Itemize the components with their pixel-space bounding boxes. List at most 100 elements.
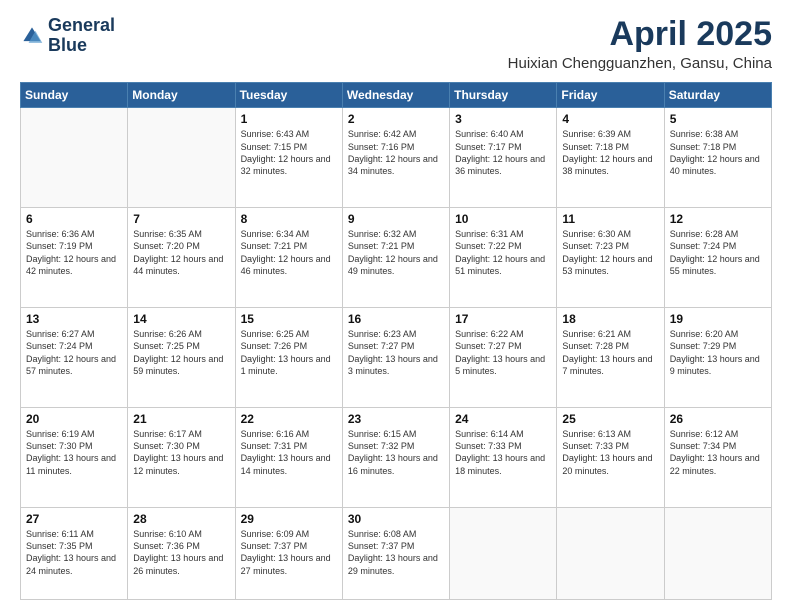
day-number: 28 <box>133 512 229 526</box>
table-row: 28 Sunrise: 6:10 AM Sunset: 7:36 PM Dayli… <box>128 508 235 600</box>
day-number: 27 <box>26 512 122 526</box>
day-info: Sunrise: 6:16 AM Sunset: 7:31 PM Dayligh… <box>241 428 337 477</box>
header: General Blue April 2025 Huixian Chenggua… <box>20 16 772 72</box>
col-monday: Monday <box>128 83 235 108</box>
logo: General Blue <box>20 16 115 56</box>
table-row: 23 Sunrise: 6:15 AM Sunset: 7:32 PM Dayli… <box>342 408 449 508</box>
day-info: Sunrise: 6:12 AM Sunset: 7:34 PM Dayligh… <box>670 428 766 477</box>
table-row: 8 Sunrise: 6:34 AM Sunset: 7:21 PM Daylig… <box>235 208 342 308</box>
day-number: 21 <box>133 412 229 426</box>
table-row: 9Sunrise: 6:32 AM Sunset: 7:21 PM Daylig… <box>342 208 449 308</box>
day-number: 2 <box>348 112 444 126</box>
day-number: 6 <box>26 212 122 226</box>
day-info: Sunrise: 6:27 AM Sunset: 7:24 PM Dayligh… <box>26 328 122 377</box>
table-row: 12Sunrise: 6:28 AM Sunset: 7:24 PM Dayli… <box>664 208 771 308</box>
day-info: Sunrise: 6:38 AM Sunset: 7:18 PM Dayligh… <box>670 128 766 177</box>
table-row: 15 Sunrise: 6:25 AM Sunset: 7:26 PM Dayli… <box>235 308 342 408</box>
day-info: Sunrise: 6:11 AM Sunset: 7:35 PM Dayligh… <box>26 528 122 577</box>
day-number: 3 <box>455 112 551 126</box>
day-info: Sunrise: 6:35 AM Sunset: 7:20 PM Dayligh… <box>133 228 229 277</box>
day-number: 29 <box>241 512 337 526</box>
table-row: 10 Sunrise: 6:31 AM Sunset: 7:22 PM Dayli… <box>450 208 557 308</box>
col-friday: Friday <box>557 83 664 108</box>
day-info: Sunrise: 6:30 AM Sunset: 7:23 PM Dayligh… <box>562 228 658 277</box>
day-number: 20 <box>26 412 122 426</box>
table-row <box>664 508 771 600</box>
day-info: Sunrise: 6:43 AM Sunset: 7:15 PM Dayligh… <box>241 128 337 177</box>
day-info: Sunrise: 6:13 AM Sunset: 7:33 PM Dayligh… <box>562 428 658 477</box>
day-number: 16 <box>348 312 444 326</box>
table-row: 13 Sunrise: 6:27 AM Sunset: 7:24 PM Dayli… <box>21 308 128 408</box>
day-number: 11 <box>562 212 658 226</box>
day-number: 26 <box>670 412 766 426</box>
table-row: 5 Sunrise: 6:38 AM Sunset: 7:18 PM Daylig… <box>664 108 771 208</box>
day-info: Sunrise: 6:40 AM Sunset: 7:17 PM Dayligh… <box>455 128 551 177</box>
day-number: 8 <box>241 212 337 226</box>
day-info: Sunrise: 6:08 AM Sunset: 7:37 PM Dayligh… <box>348 528 444 577</box>
day-number: 14 <box>133 312 229 326</box>
day-info: Sunrise: 6:26 AM Sunset: 7:25 PM Dayligh… <box>133 328 229 377</box>
day-info: Sunrise: 6:36 AM Sunset: 7:19 PM Dayligh… <box>26 228 122 277</box>
day-info: Sunrise: 6:21 AM Sunset: 7:28 PM Dayligh… <box>562 328 658 377</box>
table-row: 24 Sunrise: 6:14 AM Sunset: 7:33 PM Dayli… <box>450 408 557 508</box>
col-sunday: Sunday <box>21 83 128 108</box>
day-info: Sunrise: 6:17 AM Sunset: 7:30 PM Dayligh… <box>133 428 229 477</box>
calendar-header-row: Sunday Monday Tuesday Wednesday Thursday… <box>21 83 772 108</box>
day-info: Sunrise: 6:31 AM Sunset: 7:22 PM Dayligh… <box>455 228 551 277</box>
table-row <box>450 508 557 600</box>
logo-icon <box>20 24 44 48</box>
table-row: 26 Sunrise: 6:12 AM Sunset: 7:34 PM Dayli… <box>664 408 771 508</box>
table-row: 20 Sunrise: 6:19 AM Sunset: 7:30 PM Dayli… <box>21 408 128 508</box>
day-info: Sunrise: 6:32 AM Sunset: 7:21 PM Dayligh… <box>348 228 444 277</box>
day-info: Sunrise: 6:34 AM Sunset: 7:21 PM Dayligh… <box>241 228 337 277</box>
day-info: Sunrise: 6:23 AM Sunset: 7:27 PM Dayligh… <box>348 328 444 377</box>
day-number: 1 <box>241 112 337 126</box>
day-info: Sunrise: 6:39 AM Sunset: 7:18 PM Dayligh… <box>562 128 658 177</box>
day-number: 25 <box>562 412 658 426</box>
table-row: 19Sunrise: 6:20 AM Sunset: 7:29 PM Dayli… <box>664 308 771 408</box>
table-row: 3 Sunrise: 6:40 AM Sunset: 7:17 PM Daylig… <box>450 108 557 208</box>
day-number: 7 <box>133 212 229 226</box>
day-number: 19 <box>670 312 766 326</box>
table-row: 30 Sunrise: 6:08 AM Sunset: 7:37 PM Dayli… <box>342 508 449 600</box>
day-info: Sunrise: 6:19 AM Sunset: 7:30 PM Dayligh… <box>26 428 122 477</box>
logo-text: General Blue <box>48 16 115 56</box>
day-number: 24 <box>455 412 551 426</box>
table-row: 27 Sunrise: 6:11 AM Sunset: 7:35 PM Dayli… <box>21 508 128 600</box>
col-wednesday: Wednesday <box>342 83 449 108</box>
day-number: 23 <box>348 412 444 426</box>
table-row <box>557 508 664 600</box>
day-number: 15 <box>241 312 337 326</box>
table-row <box>21 108 128 208</box>
table-row: 1 Sunrise: 6:43 AM Sunset: 7:15 PM Daylig… <box>235 108 342 208</box>
table-row: 11 Sunrise: 6:30 AM Sunset: 7:23 PM Dayli… <box>557 208 664 308</box>
day-info: Sunrise: 6:10 AM Sunset: 7:36 PM Dayligh… <box>133 528 229 577</box>
table-row: 4 Sunrise: 6:39 AM Sunset: 7:18 PM Daylig… <box>557 108 664 208</box>
day-info: Sunrise: 6:15 AM Sunset: 7:32 PM Dayligh… <box>348 428 444 477</box>
day-number: 30 <box>348 512 444 526</box>
day-info: Sunrise: 6:14 AM Sunset: 7:33 PM Dayligh… <box>455 428 551 477</box>
day-number: 12 <box>670 212 766 226</box>
calendar-table: Sunday Monday Tuesday Wednesday Thursday… <box>20 82 772 600</box>
day-info: Sunrise: 6:09 AM Sunset: 7:37 PM Dayligh… <box>241 528 337 577</box>
table-row: 29 Sunrise: 6:09 AM Sunset: 7:37 PM Dayli… <box>235 508 342 600</box>
table-row <box>128 108 235 208</box>
table-row: 17 Sunrise: 6:22 AM Sunset: 7:27 PM Dayli… <box>450 308 557 408</box>
day-info: Sunrise: 6:22 AM Sunset: 7:27 PM Dayligh… <box>455 328 551 377</box>
day-number: 22 <box>241 412 337 426</box>
day-info: Sunrise: 6:25 AM Sunset: 7:26 PM Dayligh… <box>241 328 337 377</box>
month-title: April 2025 <box>508 16 772 53</box>
table-row: 7 Sunrise: 6:35 AM Sunset: 7:20 PM Daylig… <box>128 208 235 308</box>
table-row: 16 Sunrise: 6:23 AM Sunset: 7:27 PM Dayli… <box>342 308 449 408</box>
table-row: 2Sunrise: 6:42 AM Sunset: 7:16 PM Daylig… <box>342 108 449 208</box>
day-number: 5 <box>670 112 766 126</box>
day-number: 18 <box>562 312 658 326</box>
table-row: 6 Sunrise: 6:36 AM Sunset: 7:19 PM Daylig… <box>21 208 128 308</box>
day-number: 4 <box>562 112 658 126</box>
table-row: 21 Sunrise: 6:17 AM Sunset: 7:30 PM Dayli… <box>128 408 235 508</box>
day-number: 10 <box>455 212 551 226</box>
title-block: April 2025 Huixian Chengguanzhen, Gansu,… <box>508 16 772 72</box>
day-number: 17 <box>455 312 551 326</box>
day-number: 13 <box>26 312 122 326</box>
col-thursday: Thursday <box>450 83 557 108</box>
